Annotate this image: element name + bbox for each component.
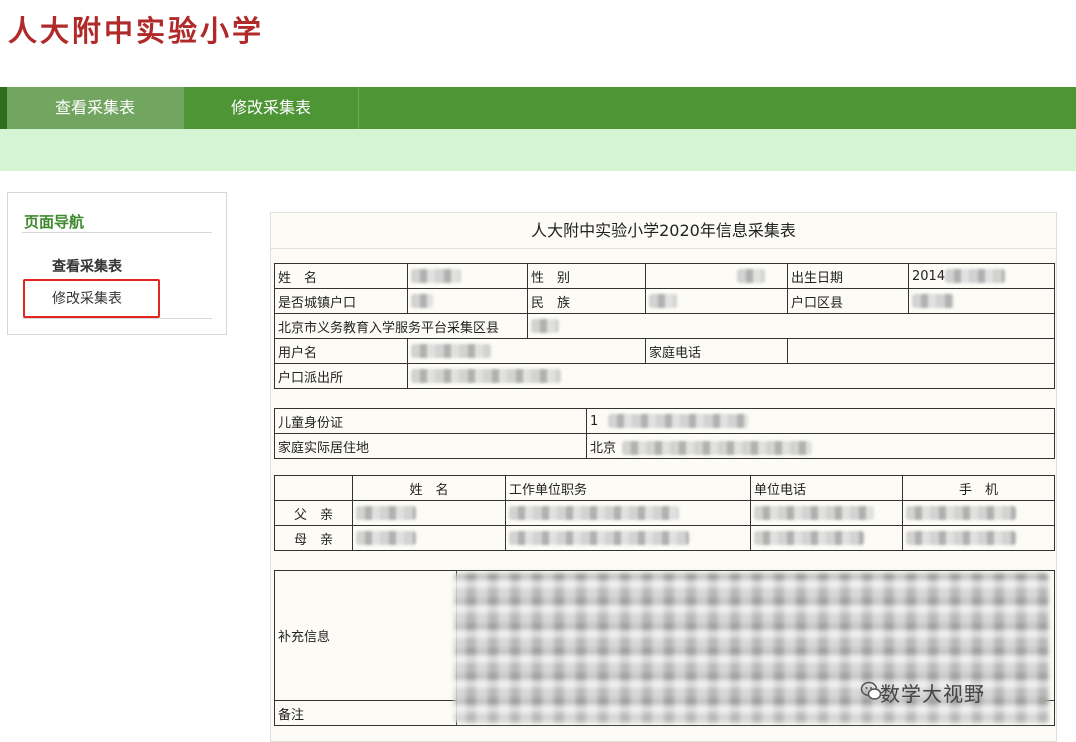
table-row: 姓 名 性 别 出生日期 2014	[274, 263, 1055, 289]
field-label: 备注	[274, 700, 457, 726]
top-nav-bar: 查看采集表 修改采集表	[0, 87, 1076, 129]
tab-edit-form[interactable]: 修改采集表	[184, 87, 358, 129]
field-value-redacted	[407, 263, 528, 289]
field-label: 姓 名	[274, 263, 408, 289]
field-value: 北京	[586, 433, 1055, 459]
sidebar-item-view-form[interactable]: 查看采集表	[52, 256, 122, 276]
annotation-highlight-box	[23, 279, 160, 318]
form-title: 人大附中实验小学2020年信息采集表	[271, 213, 1056, 249]
field-label: 补充信息	[274, 570, 457, 701]
table-row: 儿童身份证 1	[274, 408, 1055, 434]
nav-divider	[358, 87, 359, 129]
watermark-text: 数学大视野	[880, 682, 985, 706]
field-value-redacted	[645, 288, 788, 314]
field-label: 是否城镇户口	[274, 288, 408, 314]
field-value-redacted	[407, 288, 528, 314]
field-value	[787, 338, 1055, 364]
field-value-redacted	[527, 313, 1055, 339]
sidebar-divider	[22, 318, 212, 319]
field-value-redacted	[750, 500, 903, 526]
table-row: 姓 名 工作单位职务 单位电话 手 机	[274, 475, 1055, 501]
field-label: 民 族	[527, 288, 646, 314]
table-row: 北京市义务教育入学服务平台采集区县	[274, 313, 1055, 339]
sidebar-panel: 页面导航 查看采集表 修改采集表	[7, 192, 227, 335]
wechat-icon	[860, 681, 882, 700]
field-value: 1	[586, 408, 1055, 434]
field-value-redacted	[908, 288, 1055, 314]
row-label: 母 亲	[274, 525, 353, 551]
table-row: 是否城镇户口 民 族 户口区县	[274, 288, 1055, 314]
field-value-redacted	[902, 525, 1055, 551]
basic-info-table: 姓 名 性 别 出生日期 2014 是否城镇户口 民 族 户口区县 北京市义务教…	[274, 263, 1055, 389]
field-label: 家庭电话	[645, 338, 788, 364]
field-value-redacted	[750, 525, 903, 551]
field-label: 家庭实际居住地	[274, 433, 587, 459]
table-row: 家庭实际居住地 北京	[274, 433, 1055, 459]
field-value: 2014	[908, 263, 1055, 289]
table-row: 父 亲	[274, 500, 1055, 526]
sub-nav-bar	[0, 129, 1076, 171]
table-row: 户口派出所	[274, 363, 1055, 389]
field-value-redacted	[645, 263, 788, 289]
field-label: 户口派出所	[274, 363, 408, 389]
parents-table: 姓 名 工作单位职务 单位电话 手 机 父 亲 母 亲	[274, 475, 1055, 551]
table-row: 用户名 家庭电话	[274, 338, 1055, 364]
field-value-redacted	[352, 500, 506, 526]
field-value-redacted	[352, 525, 506, 551]
field-label: 性 别	[527, 263, 646, 289]
school-logo-title: 人大附中实验小学	[8, 14, 265, 48]
tab-view-form[interactable]: 查看采集表	[7, 87, 183, 129]
field-label: 用户名	[274, 338, 408, 364]
info-form-panel: 人大附中实验小学2020年信息采集表 姓 名 性 别 出生日期 2014 是否城…	[270, 212, 1057, 742]
nav-accent	[0, 87, 7, 129]
column-header: 姓 名	[352, 475, 506, 501]
field-value-redacted	[407, 363, 1055, 389]
row-label: 父 亲	[274, 500, 353, 526]
column-header: 手 机	[902, 475, 1055, 501]
corner-cell	[274, 475, 353, 501]
field-value-redacted	[505, 525, 751, 551]
column-header: 工作单位职务	[505, 475, 751, 501]
field-label: 儿童身份证	[274, 408, 587, 434]
id-address-table: 儿童身份证 1 家庭实际居住地 北京	[274, 408, 1055, 459]
field-value-redacted	[407, 338, 646, 364]
field-value-redacted	[505, 500, 751, 526]
field-label: 出生日期	[787, 263, 909, 289]
table-row: 母 亲	[274, 525, 1055, 551]
field-label: 户口区县	[787, 288, 909, 314]
column-header: 单位电话	[750, 475, 903, 501]
field-value-redacted	[902, 500, 1055, 526]
sidebar-title: 页面导航	[24, 213, 85, 231]
sidebar-divider	[22, 232, 212, 233]
field-label: 北京市义务教育入学服务平台采集区县	[274, 313, 528, 339]
